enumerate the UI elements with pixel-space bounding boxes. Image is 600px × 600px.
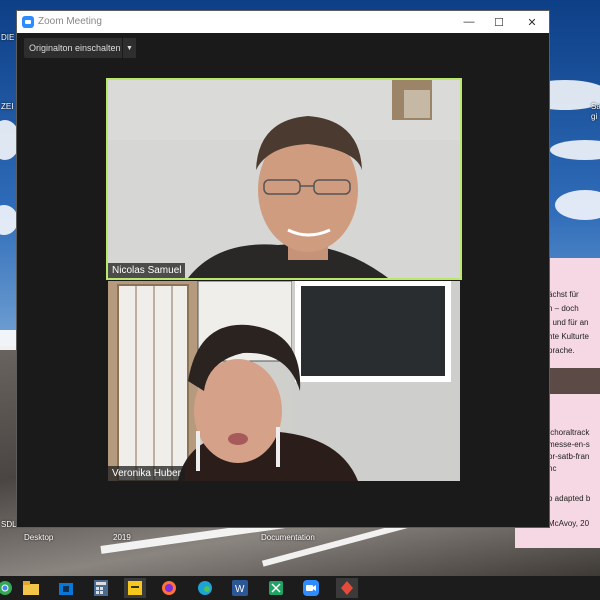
- note-line: n – doch: [548, 304, 579, 313]
- desktop-label-zei[interactable]: ZEI: [1, 102, 13, 111]
- video-tile-active-speaker[interactable]: Nicolas Samuel: [106, 78, 462, 280]
- file-explorer-icon[interactable]: [20, 578, 42, 598]
- note-line: ächst für: [548, 290, 579, 299]
- close-button[interactable]: ✕: [517, 11, 547, 33]
- note-line: /choraltrack: [548, 428, 590, 437]
- original-audio-button[interactable]: Originalton einschalten: [24, 38, 128, 58]
- sheets-icon[interactable]: [265, 578, 287, 598]
- desktop-label-2019[interactable]: 2019: [113, 533, 131, 542]
- word-icon[interactable]: W: [229, 578, 251, 598]
- participant-video-feed: [108, 80, 460, 278]
- participant-name: Nicolas Samuel: [108, 263, 186, 278]
- chevron-down-icon[interactable]: ▼: [122, 38, 136, 58]
- desktop-label-desktop[interactable]: Desktop: [24, 533, 53, 542]
- minimize-button[interactable]: —: [454, 11, 484, 33]
- title-bar[interactable]: Zoom Meeting — ☐ ✕: [17, 11, 549, 33]
- desktop-label-sdl[interactable]: SDL: [1, 520, 17, 529]
- svg-text:W: W: [235, 584, 245, 595]
- store-icon[interactable]: [55, 578, 77, 598]
- desktop-label-documentation[interactable]: Documentation: [261, 533, 315, 542]
- edge-icon[interactable]: [194, 578, 216, 598]
- app-icon[interactable]: [336, 578, 358, 598]
- taskbar: W: [0, 576, 600, 600]
- note-line: McAvoy, 20: [548, 519, 590, 528]
- maximize-button[interactable]: ☐: [484, 11, 514, 33]
- window-title: Zoom Meeting: [38, 16, 102, 27]
- video-tile[interactable]: Veronika Huber: [108, 281, 460, 481]
- sticky-notes-icon[interactable]: [124, 578, 146, 598]
- zoom-icon[interactable]: [300, 578, 322, 598]
- note-line: or-satb-fran: [548, 452, 590, 461]
- desktop-text-sa: Sa: [591, 102, 600, 111]
- note-line: o adapted b: [548, 494, 591, 503]
- note-line: hte Kulturte: [548, 332, 589, 341]
- note-line: t und für an: [548, 318, 589, 327]
- desktop-label-die[interactable]: DIE: [1, 33, 14, 42]
- desktop-text-gi: gi: [591, 112, 598, 121]
- participant-video-feed: [108, 281, 460, 481]
- note-line: messe-en-s: [548, 440, 590, 449]
- calculator-icon[interactable]: [90, 578, 112, 598]
- zoom-logo-icon: [22, 16, 34, 28]
- participant-name: Veronika Huber: [108, 466, 185, 481]
- firefox-icon[interactable]: [158, 578, 180, 598]
- note-line: prache.: [548, 346, 575, 355]
- zoom-meeting-window[interactable]: Zoom Meeting — ☐ ✕ Originalton einschalt…: [16, 10, 550, 528]
- chrome-icon[interactable]: [0, 578, 16, 598]
